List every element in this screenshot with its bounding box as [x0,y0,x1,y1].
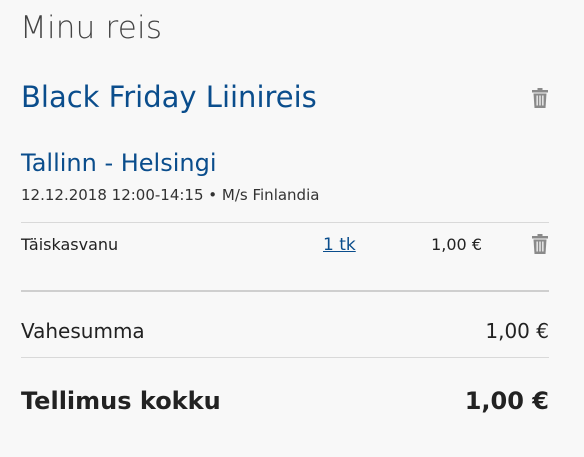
quantity-link[interactable]: 1 tk [323,235,356,255]
total-value: 1,00 € [464,387,549,415]
subtotal-label: Vahesumma [21,319,145,343]
delete-trip-button[interactable] [532,88,548,108]
trip-details: 12.12.2018 12:00-14:15 • M/s Finlandia [21,186,320,204]
delete-line-item-button[interactable] [532,234,548,254]
divider [21,222,549,223]
divider [21,357,549,358]
subtotal-value: 1,00 € [485,319,549,343]
divider [21,290,549,292]
trip-route: Tallinn - Helsingi [21,149,217,177]
trash-icon [532,88,548,108]
trash-icon [532,234,548,254]
trip-name: Black Friday Liinireis [21,80,317,114]
panel-title: Minu reis [20,10,163,46]
line-item-price: 1,00 € [431,235,482,254]
passenger-type-label: Täiskasvanu [21,235,119,254]
total-label: Tellimus kokku [21,387,221,415]
